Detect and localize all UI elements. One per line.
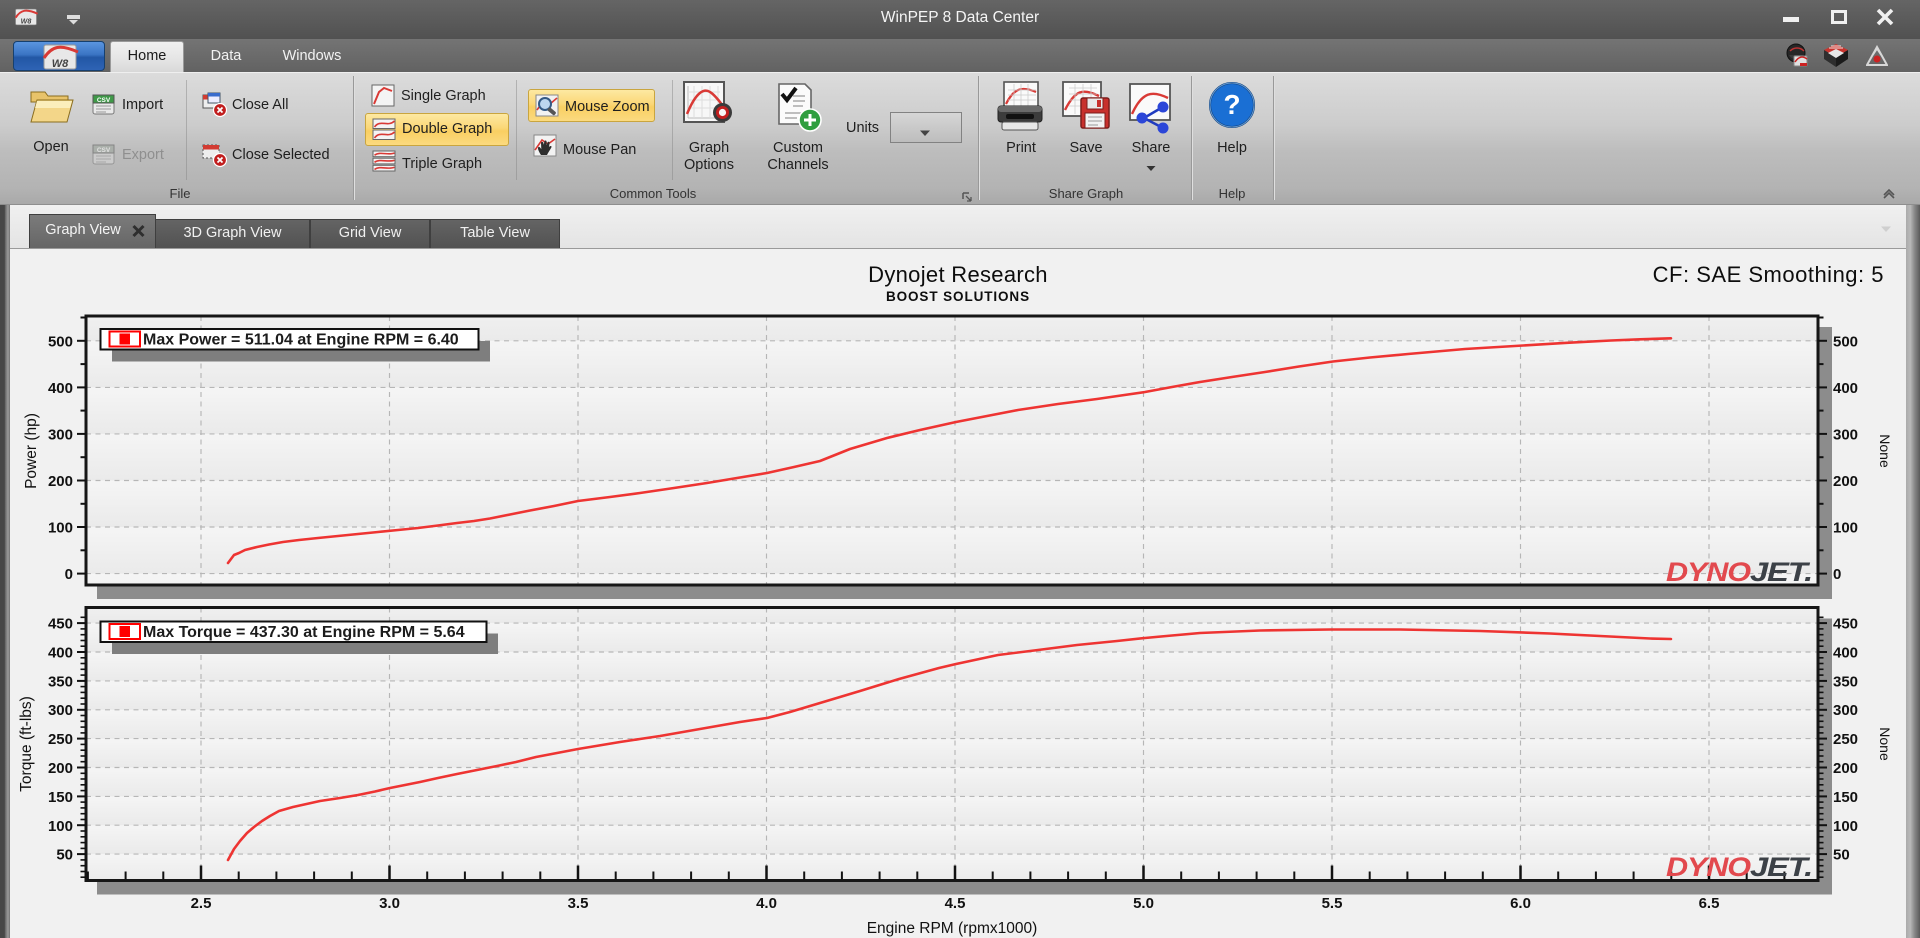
svg-text:450: 450 bbox=[48, 616, 73, 633]
svg-text:250: 250 bbox=[1833, 731, 1858, 748]
svg-text:100: 100 bbox=[1833, 818, 1858, 835]
svg-text:350: 350 bbox=[48, 673, 73, 690]
svg-text:350: 350 bbox=[1833, 673, 1858, 690]
svg-text:200: 200 bbox=[48, 473, 73, 490]
svg-text:None: None bbox=[1877, 434, 1893, 468]
svg-text:50: 50 bbox=[56, 847, 73, 864]
svg-text:250: 250 bbox=[48, 731, 73, 748]
svg-text:300: 300 bbox=[48, 702, 73, 719]
svg-text:200: 200 bbox=[1833, 473, 1858, 490]
svg-text:Max Power = 511.04 at Engine R: Max Power = 511.04 at Engine RPM = 6.40 bbox=[143, 332, 459, 349]
svg-text:Torque (ft-lbs): Torque (ft-lbs) bbox=[18, 696, 35, 792]
svg-text:5.0: 5.0 bbox=[1133, 895, 1154, 912]
svg-text:None: None bbox=[1877, 727, 1893, 761]
svg-text:CF: SAE Smoothing: 5: CF: SAE Smoothing: 5 bbox=[1653, 262, 1884, 287]
svg-text:300: 300 bbox=[48, 426, 73, 443]
svg-text:0: 0 bbox=[65, 566, 73, 583]
svg-text:150: 150 bbox=[48, 789, 73, 806]
svg-text:5.5: 5.5 bbox=[1322, 895, 1343, 912]
svg-text:6.0: 6.0 bbox=[1510, 895, 1531, 912]
svg-text:3.5: 3.5 bbox=[568, 895, 589, 912]
svg-text:400: 400 bbox=[48, 645, 73, 662]
svg-text:DYNO: DYNO bbox=[1666, 852, 1752, 882]
svg-text:4.0: 4.0 bbox=[756, 895, 777, 912]
svg-text:500: 500 bbox=[48, 333, 73, 350]
svg-text:4.5: 4.5 bbox=[945, 895, 966, 912]
svg-text:0: 0 bbox=[1833, 566, 1841, 583]
svg-text:Dynojet Research: Dynojet Research bbox=[868, 262, 1048, 287]
svg-text:?: ? bbox=[1223, 89, 1240, 120]
svg-text:Engine RPM (rpmx1000): Engine RPM (rpmx1000) bbox=[867, 920, 1038, 937]
svg-text:100: 100 bbox=[48, 818, 73, 835]
svg-text:150: 150 bbox=[1833, 789, 1858, 806]
svg-text:W8: W8 bbox=[52, 58, 69, 70]
svg-text:200: 200 bbox=[1833, 760, 1858, 777]
svg-text:400: 400 bbox=[1833, 380, 1858, 397]
svg-text:6.5: 6.5 bbox=[1699, 895, 1720, 912]
svg-text:300: 300 bbox=[1833, 702, 1858, 719]
svg-text:100: 100 bbox=[48, 520, 73, 537]
svg-text:50: 50 bbox=[1833, 847, 1850, 864]
svg-text:500: 500 bbox=[1833, 333, 1858, 350]
svg-text:BOOST SOLUTIONS: BOOST SOLUTIONS bbox=[886, 289, 1030, 304]
svg-text:CSV: CSV bbox=[97, 147, 111, 154]
svg-text:400: 400 bbox=[48, 380, 73, 397]
svg-text:Power (hp): Power (hp) bbox=[23, 413, 40, 489]
svg-text:JET.: JET. bbox=[1750, 852, 1812, 882]
svg-text:JET.: JET. bbox=[1750, 557, 1812, 587]
svg-text:400: 400 bbox=[1833, 645, 1858, 662]
svg-text:300: 300 bbox=[1833, 426, 1858, 443]
svg-text:450: 450 bbox=[1833, 616, 1858, 633]
svg-text:200: 200 bbox=[48, 760, 73, 777]
svg-text:3.0: 3.0 bbox=[379, 895, 400, 912]
svg-text:CSV: CSV bbox=[97, 97, 111, 104]
svg-text:2.5: 2.5 bbox=[191, 895, 212, 912]
svg-text:DYNO: DYNO bbox=[1666, 557, 1752, 587]
svg-text:Max Torque = 437.30 at Engine: Max Torque = 437.30 at Engine RPM = 5.64 bbox=[143, 624, 465, 641]
svg-text:100: 100 bbox=[1833, 520, 1858, 537]
